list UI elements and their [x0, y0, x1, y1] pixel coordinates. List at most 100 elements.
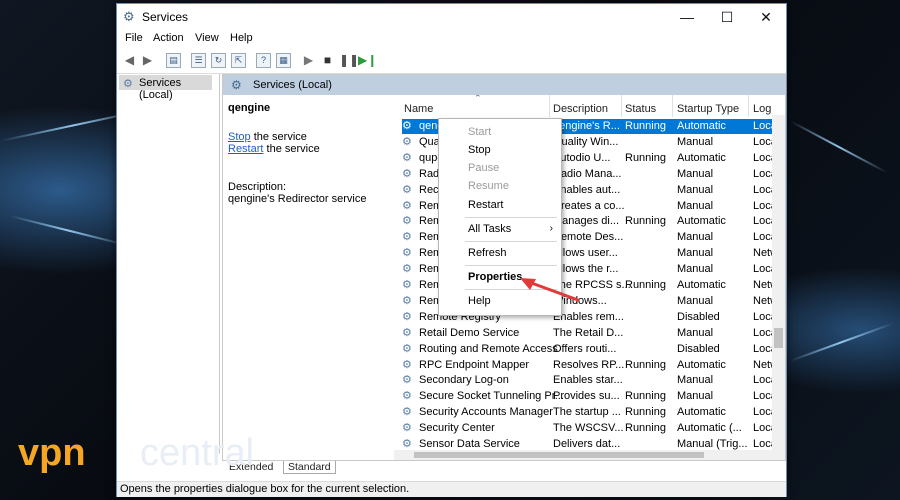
service-gear-icon: ⚙: [402, 135, 412, 148]
context-menu-stop[interactable]: Stop: [468, 144, 491, 156]
context-menu-properties[interactable]: Properties: [468, 271, 522, 283]
start-service-icon[interactable]: ▶: [301, 53, 316, 68]
panel-header-title: Services (Local): [253, 79, 332, 91]
menu-help[interactable]: Help: [230, 32, 253, 44]
cell-startup: Manual: [677, 374, 714, 387]
column-header-log-on-as[interactable]: Log: [753, 103, 771, 115]
console-tree: ⚙ Services (Local): [119, 74, 220, 454]
cell-name: Secure Socket Tunneling Pr...: [419, 390, 564, 403]
cell-status: Running: [625, 120, 666, 132]
show-hide-icon[interactable]: ▦: [276, 53, 291, 68]
cell-description: Enables aut...: [553, 183, 621, 196]
table-row[interactable]: ⚙ RPC Endpoint Mapper Resolves RP... Runnin…: [402, 358, 778, 373]
restart-service-icon[interactable]: ▶❙: [358, 53, 377, 68]
service-gear-icon: ⚙: [402, 374, 412, 387]
service-gear-icon: ⚙: [402, 120, 412, 132]
cell-description: The startup ...: [553, 406, 621, 419]
column-divider[interactable]: [549, 95, 550, 117]
cell-status: Running: [625, 390, 666, 403]
context-menu-all-tasks[interactable]: All Tasks: [468, 223, 511, 235]
table-row[interactable]: ⚙ Security Center The WSCSV... Running Autom…: [402, 421, 777, 436]
title-bar[interactable]: ⚙ Services — ☐ ✕: [117, 4, 786, 30]
vertical-scrollbar[interactable]: [772, 115, 785, 452]
cell-status: Running: [625, 422, 666, 435]
column-header-startup-type[interactable]: Startup Type: [677, 103, 739, 115]
column-divider[interactable]: [672, 95, 673, 117]
logo-vpn-text: vpn: [18, 432, 86, 474]
minimize-button[interactable]: —: [667, 4, 707, 30]
service-gear-icon: ⚙: [402, 263, 412, 276]
context-menu-resume[interactable]: Resume: [468, 180, 509, 192]
table-row[interactable]: ⚙ Routing and Remote Access Offers routi..…: [402, 342, 777, 357]
annotation-arrow-icon: [520, 278, 580, 302]
restart-line: Restart the service: [228, 143, 320, 155]
help-icon[interactable]: ?: [256, 53, 271, 68]
tab-standard[interactable]: Standard: [283, 461, 336, 474]
stop-line: Stop the service: [228, 131, 307, 143]
cell-name: Retail Demo Service: [419, 326, 520, 339]
export-list-icon[interactable]: ⇱: [231, 53, 246, 68]
cell-description: Provides su...: [553, 390, 620, 403]
restart-service-link[interactable]: Restart: [228, 143, 263, 155]
status-bar-text: Opens the properties dialogue box for th…: [120, 483, 410, 495]
column-header-description[interactable]: Description: [553, 103, 608, 115]
context-menu-restart[interactable]: Restart: [468, 199, 503, 211]
column-header-name[interactable]: Name: [404, 103, 433, 115]
cell-startup: Automatic: [677, 279, 726, 291]
stop-service-link[interactable]: Stop: [228, 131, 251, 143]
tree-item-services-local[interactable]: ⚙ Services (Local): [119, 75, 212, 101]
table-row[interactable]: ⚙ Secure Socket Tunneling Pr... Provides s…: [402, 389, 777, 404]
menu-action[interactable]: Action: [153, 32, 184, 44]
stop-service-icon[interactable]: ■: [320, 53, 335, 68]
service-gear-icon: ⚙: [402, 358, 412, 371]
properties-icon[interactable]: ☰: [191, 53, 206, 68]
back-arrow-icon[interactable]: ◀: [122, 53, 137, 68]
cell-startup: Automatic: [677, 215, 726, 228]
horizontal-scroll-thumb[interactable]: [414, 452, 704, 458]
pause-service-icon[interactable]: ❚❚: [339, 53, 359, 68]
cell-name: RPC Endpoint Mapper: [419, 358, 530, 371]
service-gear-icon: ⚙: [402, 151, 412, 164]
cell-description: Remote Des...: [553, 231, 624, 244]
cell-description: Creates a co...: [553, 199, 625, 212]
column-divider[interactable]: [621, 95, 622, 117]
console-tree-icon[interactable]: ▤: [166, 53, 181, 68]
cell-startup: Automatic: [677, 120, 726, 132]
cell-status: Running: [625, 279, 666, 291]
vertical-scroll-thumb[interactable]: [774, 328, 783, 348]
context-menu-refresh[interactable]: Refresh: [468, 247, 507, 259]
cell-startup: Disabled: [677, 310, 720, 323]
cell-description: Resolves RP...: [553, 358, 625, 371]
table-row[interactable]: ⚙ Retail Demo Service The Retail D... Manua…: [402, 326, 777, 341]
horizontal-scrollbar[interactable]: [394, 450, 785, 460]
refresh-icon[interactable]: ↻: [211, 53, 226, 68]
context-menu-start[interactable]: Start: [468, 126, 491, 138]
cell-description: Offers routi...: [553, 342, 617, 355]
cell-name: Security Accounts Manager: [419, 406, 553, 419]
cell-description: Manages di...: [553, 215, 620, 228]
sort-ascending-icon: ⌃: [474, 95, 482, 103]
menu-view[interactable]: View: [195, 32, 219, 44]
cell-name: Sensor Data Service: [419, 438, 520, 450]
close-button[interactable]: ✕: [746, 4, 786, 30]
maximize-button[interactable]: ☐: [707, 4, 747, 30]
cell-description: Quality Win...: [553, 135, 619, 148]
cell-name: Secondary Log-on: [419, 374, 509, 387]
forward-arrow-icon[interactable]: ▶: [140, 53, 155, 68]
cell-description: The WSCSV...: [553, 422, 624, 435]
table-row[interactable]: ⚙ Security Accounts Manager The startup ..…: [402, 405, 777, 420]
menu-file[interactable]: File: [125, 32, 143, 44]
service-gear-icon: ⚙: [402, 422, 412, 435]
column-header-status[interactable]: Status: [625, 103, 656, 115]
menu-separator: [465, 241, 557, 242]
description-label: Description:: [228, 181, 287, 193]
context-menu-pause[interactable]: Pause: [468, 162, 499, 174]
table-row[interactable]: ⚙ Secondary Log-on Enables star... Manual Lo…: [402, 373, 777, 388]
cell-description: The Retail D...: [553, 326, 624, 339]
context-menu-help[interactable]: Help: [468, 295, 491, 307]
cell-startup: Manual: [677, 231, 714, 244]
column-divider[interactable]: [748, 95, 749, 117]
cell-startup: Manual: [677, 183, 714, 196]
selected-service-name: qengine: [228, 102, 271, 114]
cell-status: Running: [625, 406, 666, 419]
